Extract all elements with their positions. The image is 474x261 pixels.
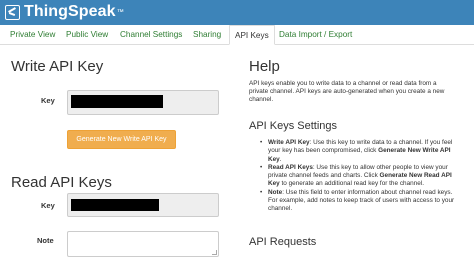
- bullet-note: Note: Use this field to enter informatio…: [258, 189, 458, 214]
- settings-bullet-list: Write API Key: Use this key to write dat…: [258, 139, 458, 214]
- redacted-write-key: [71, 95, 163, 108]
- tab-sharing[interactable]: Sharing: [193, 25, 221, 45]
- read-api-key-field[interactable]: [67, 193, 219, 217]
- bullet-read-keys: Read API Keys: Use this key to allow oth…: [258, 164, 458, 189]
- thingspeak-logo-icon: [5, 4, 20, 20]
- resize-grip-icon[interactable]: [212, 250, 217, 255]
- brand-name: ThingSpeak: [24, 3, 116, 20]
- tab-private-view[interactable]: Private View: [10, 25, 55, 45]
- write-api-key-field[interactable]: [67, 90, 219, 115]
- api-requests-heading: API Requests: [249, 236, 317, 248]
- tab-api-keys[interactable]: API Keys: [229, 25, 275, 45]
- bullet-term: Note: [268, 188, 283, 196]
- thingspeak-logo[interactable]: ThingSpeak ™: [5, 3, 124, 21]
- help-intro-text: API keys enable you to write data to a c…: [249, 80, 445, 104]
- write-api-key-heading: Write API Key: [11, 58, 104, 75]
- channel-tabs: Private View Public View Channel Setting…: [0, 25, 474, 45]
- bullet-write-key: Write API Key: Use this key to write dat…: [258, 139, 458, 164]
- tab-data-import-export[interactable]: Data Import / Export: [279, 25, 352, 45]
- redacted-read-key: [71, 199, 159, 211]
- read-key-note-textarea[interactable]: [67, 231, 219, 257]
- generate-write-key-button[interactable]: Generate New Write API Key: [67, 130, 176, 149]
- tab-public-view[interactable]: Public View: [66, 25, 108, 45]
- tab-channel-settings[interactable]: Channel Settings: [120, 25, 182, 45]
- write-key-label: Key: [41, 96, 55, 105]
- bullet-tail: .: [279, 155, 282, 163]
- help-heading: Help: [249, 58, 280, 75]
- bullet-text: : Use this field to enter information ab…: [268, 188, 455, 213]
- note-label: Note: [37, 236, 54, 245]
- api-keys-settings-heading: API Keys Settings: [249, 120, 338, 132]
- top-navbar: ThingSpeak ™: [0, 0, 474, 25]
- bullet-term: Read API Keys: [268, 163, 313, 171]
- bullet-term: Write API Key: [268, 139, 310, 146]
- bullet-tail: to generate an additional read key for t…: [279, 180, 424, 188]
- read-api-keys-heading: Read API Keys: [11, 174, 112, 191]
- trademark-symbol: ™: [116, 8, 124, 16]
- read-key-label: Key: [41, 201, 55, 210]
